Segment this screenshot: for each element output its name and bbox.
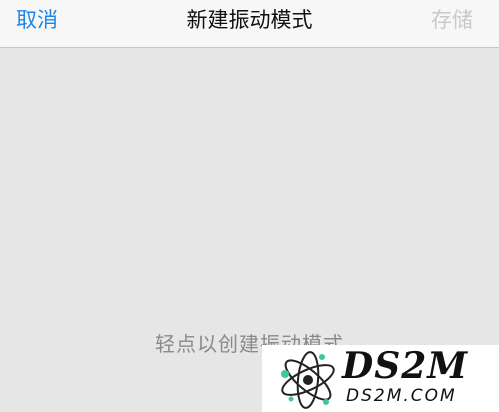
page-title: 新建振动模式	[186, 8, 313, 32]
watermark-title: DS2M	[342, 345, 469, 387]
watermark-logo: DS2M DS2M.COM	[262, 345, 499, 412]
atom-icon	[281, 351, 335, 409]
save-button[interactable]: 存储	[431, 0, 473, 47]
navigation-bar: 新建振动模式 取消 存储	[0, 0, 499, 48]
watermark-subtitle: DS2M.COM	[346, 386, 457, 406]
cancel-button[interactable]: 取消	[16, 0, 58, 47]
